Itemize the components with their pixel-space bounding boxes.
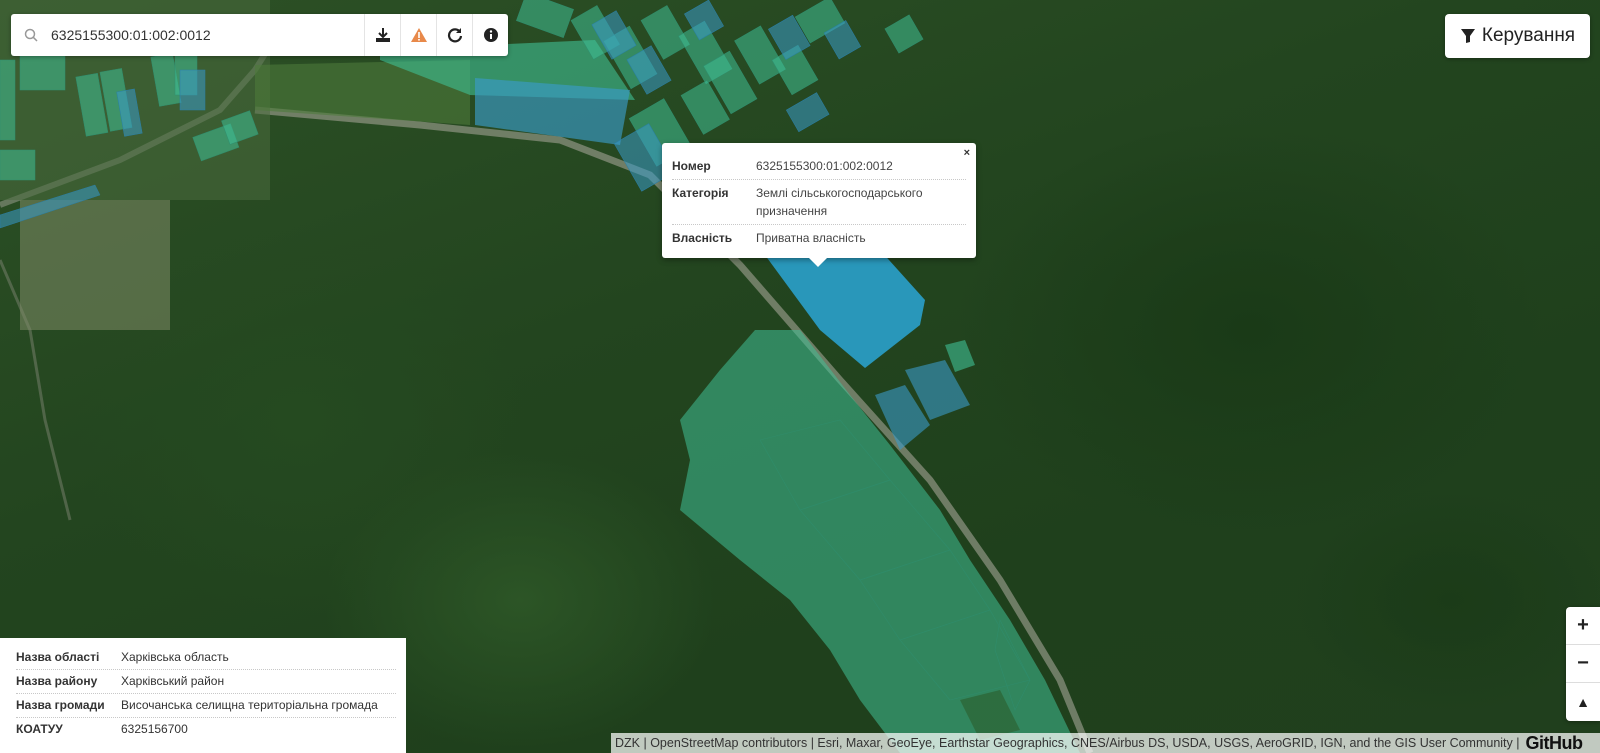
warning-icon [410,28,427,42]
refresh-icon [447,28,462,43]
region-info-panel: Назва області Харківська область Назва р… [0,638,406,753]
popup-tip [808,257,828,267]
search-input[interactable] [51,14,364,56]
compass-icon: ▲ [1576,694,1590,710]
popup-row-category: Категорія Землі сільськогосподарського п… [672,180,966,225]
zoom-control: + − ▲ [1566,607,1600,721]
download-button[interactable] [364,14,400,56]
info-value: 6325156700 [121,722,188,736]
search-icon [11,14,51,56]
refresh-button[interactable] [436,14,472,56]
reset-north-button[interactable]: ▲ [1566,683,1600,721]
map-attribution: DZK | OpenStreetMap contributors | Esri,… [611,733,1600,753]
control-button[interactable]: Керування [1445,14,1590,58]
popup-row-number: Номер 6325155300:01:002:0012 [672,153,966,180]
info-row-hromada: Назва громади Височанська селищна терито… [16,694,396,718]
info-row-oblast: Назва області Харківська область [16,646,396,670]
zoom-in-button[interactable]: + [1566,607,1600,645]
popup-label: Власність [672,231,733,245]
download-icon [375,28,390,42]
search-bar [11,14,508,56]
parcel-popup: × Номер 6325155300:01:002:0012 Категорія… [662,143,976,258]
popup-value: Приватна власність [756,231,866,245]
popup-label: Категорія [672,186,729,200]
control-button-label: Керування [1481,25,1576,46]
popup-close-button[interactable]: × [964,147,970,159]
info-label: Назва області [16,650,100,664]
parcel-small [945,340,975,372]
cemetery-area [20,200,170,330]
info-label: КОАТУУ [16,722,63,736]
info-label: Назва громади [16,698,105,712]
info-value: Харківська область [121,650,229,664]
popup-value: Землі сільськогосподарського призначення [756,186,923,218]
filter-icon [1460,29,1475,43]
info-icon [483,28,498,42]
info-row-raion: Назва району Харківський район [16,670,396,694]
attribution-text: DZK | OpenStreetMap contributors | Esri,… [615,736,1520,750]
popup-label: Номер [672,159,711,173]
info-value: Харківський район [121,674,225,688]
popup-value: 6325155300:01:002:0012 [756,159,893,173]
github-link[interactable]: GitHub [1526,733,1584,753]
info-row-koatuu: КОАТУУ 6325156700 [16,718,396,741]
popup-row-ownership: Власність Приватна власність [672,225,966,251]
zoom-out-button[interactable]: − [1566,645,1600,683]
info-label: Назва району [16,674,98,688]
info-value: Височанська селищна територіальна громад… [121,698,378,712]
warning-button[interactable] [400,14,436,56]
info-button[interactable] [472,14,508,56]
